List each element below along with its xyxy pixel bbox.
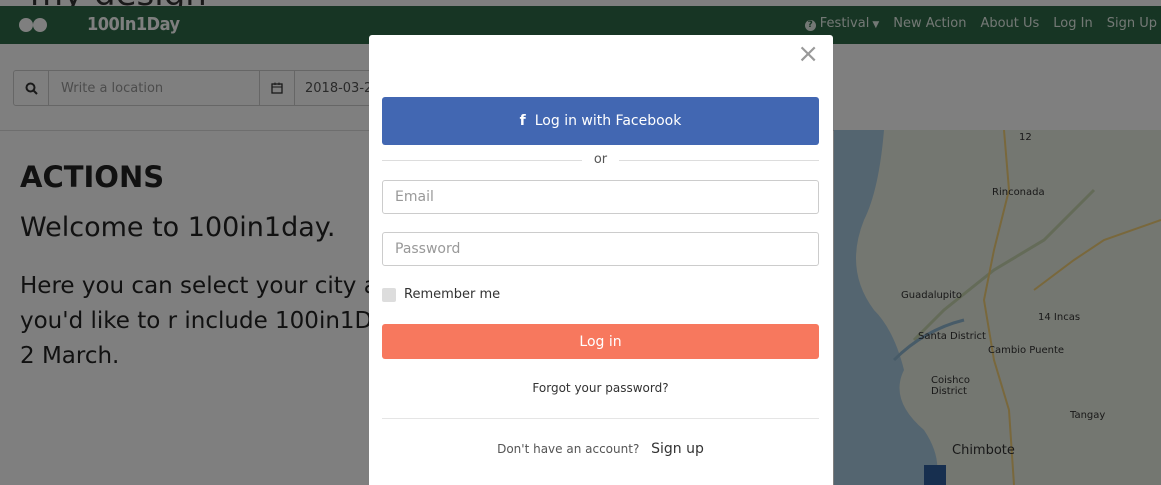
- close-icon[interactable]: ×: [797, 41, 819, 67]
- facebook-login-label: Log in with Facebook: [534, 113, 682, 129]
- or-divider: or: [382, 152, 819, 168]
- remember-checkbox[interactable]: [382, 287, 396, 302]
- or-label: or: [593, 152, 608, 167]
- signup-link[interactable]: Sign up: [651, 441, 704, 457]
- remember-label: Remember me: [404, 287, 501, 302]
- facebook-login-button[interactable]: f Log in with Facebook: [382, 97, 819, 145]
- email-field[interactable]: Email: [382, 180, 819, 214]
- separator: [382, 418, 819, 419]
- facebook-icon: f: [519, 113, 526, 129]
- page: my design 100In1Day ?Festival▼ New Actio…: [0, 0, 1161, 485]
- forgot-password-link[interactable]: Forgot your password?: [382, 381, 819, 395]
- password-field[interactable]: Password: [382, 232, 819, 266]
- signup-row: Don't have an account? Sign up: [382, 441, 819, 457]
- no-account-text: Don't have an account?: [497, 442, 640, 456]
- login-modal: × f Log in with Facebook or Email Passwo…: [369, 35, 833, 485]
- remember-me[interactable]: Remember me: [382, 287, 500, 302]
- login-button[interactable]: Log in: [382, 324, 819, 359]
